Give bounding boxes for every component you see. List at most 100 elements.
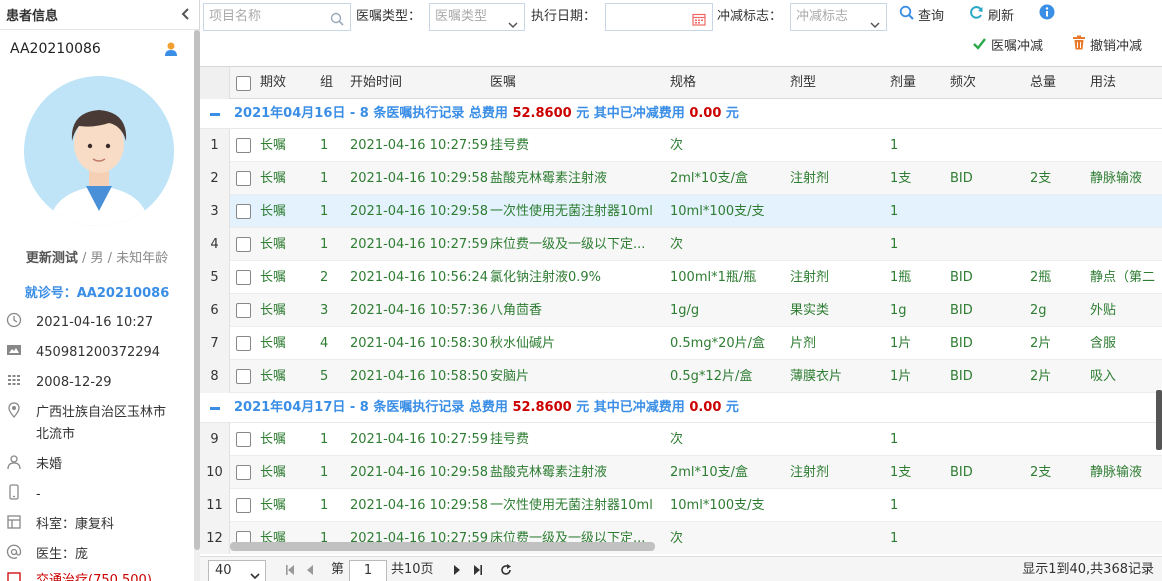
row-checkbox[interactable] [236,336,251,351]
header-dose[interactable]: 剂量 [890,67,916,99]
cell-group: 4 [320,336,329,351]
cell-dose: 1g [890,303,907,318]
next-page-icon[interactable] [451,562,463,581]
grid-vertical-scrollbar[interactable] [1154,66,1162,554]
row-checkbox[interactable] [236,237,251,252]
phone: - [36,487,41,502]
row-checkbox[interactable] [236,204,251,219]
collapse-group-icon[interactable] [210,113,220,116]
row-checkbox[interactable] [236,270,251,285]
cell-total: 2片 [1030,369,1052,384]
row-number: 7 [200,327,230,360]
calendar-icon[interactable] [692,10,706,36]
table-row[interactable]: 4 长嘱 1 2021-04-16 10:27:59 床位费一级及一级以下定... 次 1 [200,228,1162,261]
collapse-group-icon[interactable] [210,407,220,410]
row-checkbox[interactable] [236,369,251,384]
order-type-select[interactable]: 医嘱类型 [429,3,525,31]
row-checkbox[interactable] [236,138,251,153]
cell-group: 3 [320,303,329,318]
search-icon[interactable] [330,10,344,36]
department: 科室：康复科 [36,517,115,532]
header-total[interactable]: 总量 [1030,67,1056,99]
cell-type: 长嘱 [260,303,287,318]
cell-freq: BID [950,369,973,384]
group-title: 2021年04月17日 - 8 条医嘱执行记录 [234,400,465,415]
table-row[interactable]: 2 长嘱 1 2021-04-16 10:29:58 盐酸克林霉素注射液 2ml*10支/… [200,162,1162,195]
rownum-header [200,67,230,99]
first-page-icon[interactable] [284,562,296,581]
patient-avatar [24,76,174,226]
cell-order: 一次性使用无菌注射器10ml [490,498,653,513]
select-all-checkbox[interactable] [236,76,251,91]
address-item: 广西壮族自治区玉林市 北流市 [6,402,192,446]
info-button[interactable] [1039,3,1059,31]
cancel-offset-button[interactable]: 撤销冲减 [1072,33,1142,61]
cell-usage: 静点（第二 [1090,270,1156,285]
group-row[interactable]: 2021年04月17日 - 8 条医嘱执行记录 总费用 52.8600 元 其中… [200,393,1162,423]
doctor-item: 医生：庞 [6,544,192,566]
row-checkbox[interactable] [236,171,251,186]
header-order[interactable]: 医嘱 [490,67,516,99]
birthday: 2008-12-29 [36,375,112,390]
row-checkbox[interactable] [236,498,251,513]
prev-page-icon[interactable] [304,562,316,581]
grid-vertical-scrollbar-thumb[interactable] [1156,390,1162,450]
cell-group: 1 [320,204,329,219]
page-number-input[interactable]: 1 [349,560,387,581]
cell-dose: 1支 [890,171,912,186]
collapse-left-icon[interactable] [179,6,191,22]
cell-dose: 1 [890,237,899,252]
table-row[interactable]: 9 长嘱 1 2021-04-16 10:27:59 挂号费 次 1 [200,423,1162,456]
header-start-time[interactable]: 开始时间 [350,67,402,99]
cell-spec: 10ml*100支/支 [670,204,765,219]
offset-flag-select[interactable]: 冲减标志 [790,3,887,31]
header-usage[interactable]: 用法 [1090,67,1116,99]
refresh-button[interactable]: 刷新 [969,3,1014,31]
group-fee: 52.8600 [512,400,572,415]
page-size-select[interactable]: 40 [208,560,266,581]
header-freq[interactable]: 频次 [950,67,976,99]
table-row[interactable]: 10 长嘱 1 2021-04-16 10:29:58 盐酸克林霉素注射液 2ml*10支… [200,456,1162,489]
header-type[interactable]: 期效 [260,67,286,99]
visit-time: 2021-04-16 10:27 [36,315,154,330]
exec-date-input[interactable] [605,3,713,31]
cell-dose: 1 [890,432,899,447]
cell-order: 一次性使用无菌注射器10ml [490,204,653,219]
header-form[interactable]: 剂型 [790,67,816,99]
grid-horizontal-scrollbar[interactable] [230,542,655,551]
chevron-down-icon [250,567,260,581]
table-row[interactable]: 5 长嘱 2 2021-04-16 10:56:24 氯化钠注射液0.9% 100ml*1… [200,261,1162,294]
cell-dose: 1支 [890,465,912,480]
row-checkbox[interactable] [236,465,251,480]
table-row[interactable]: 7 长嘱 4 2021-04-16 10:58:30 秋水仙碱片 0.5mg*20片/盒 片… [200,327,1162,360]
cell-order: 秋水仙碱片 [490,336,556,351]
trash-icon [1072,33,1090,61]
group-row[interactable]: 2021年04月16日 - 8 条医嘱执行记录 总费用 52.8600 元 其中… [200,99,1162,129]
refresh-icon [969,3,988,31]
table-row[interactable]: 8 长嘱 5 2021-04-16 10:58:50 安脑片 0.5g*12片/盒 薄膜衣片… [200,360,1162,393]
row-checkbox[interactable] [236,432,251,447]
item-name-input[interactable]: 项目名称 [203,3,351,31]
table-row[interactable]: 3 长嘱 1 2021-04-16 10:29:58 一次性使用无菌注射器10ml 10m… [200,195,1162,228]
info-icon [1039,3,1059,31]
cell-type: 长嘱 [260,498,287,513]
cell-total: 2支 [1030,171,1052,186]
row-number: 11 [200,489,230,522]
header-group[interactable]: 组 [320,67,333,99]
user-switch-icon[interactable] [163,41,179,57]
table-row[interactable]: 11 长嘱 1 2021-04-16 10:29:58 一次性使用无菌注射器10ml 10… [200,489,1162,522]
table-row[interactable]: 6 长嘱 3 2021-04-16 10:57:36 八角茴香 1g/g 果实类 1g BID 2… [200,294,1162,327]
row-number: 5 [200,261,230,294]
table-row[interactable]: 1 长嘱 1 2021-04-16 10:27:59 挂号费 次 1 [200,129,1162,162]
row-checkbox[interactable] [236,303,251,318]
cell-usage: 含服 [1090,336,1117,351]
offset-button[interactable]: 医嘱冲减 [972,33,1043,61]
cell-group: 1 [320,498,329,513]
group-summary: 2021年04月17日 - 8 条医嘱执行记录 总费用 52.8600 元 其中… [234,393,739,423]
patient-gender: 男 [90,251,104,266]
reload-icon[interactable] [500,562,512,581]
header-spec[interactable]: 规格 [670,67,696,99]
query-button[interactable]: 查询 [899,3,944,31]
cell-group: 1 [320,432,329,447]
last-page-icon[interactable] [472,562,484,581]
